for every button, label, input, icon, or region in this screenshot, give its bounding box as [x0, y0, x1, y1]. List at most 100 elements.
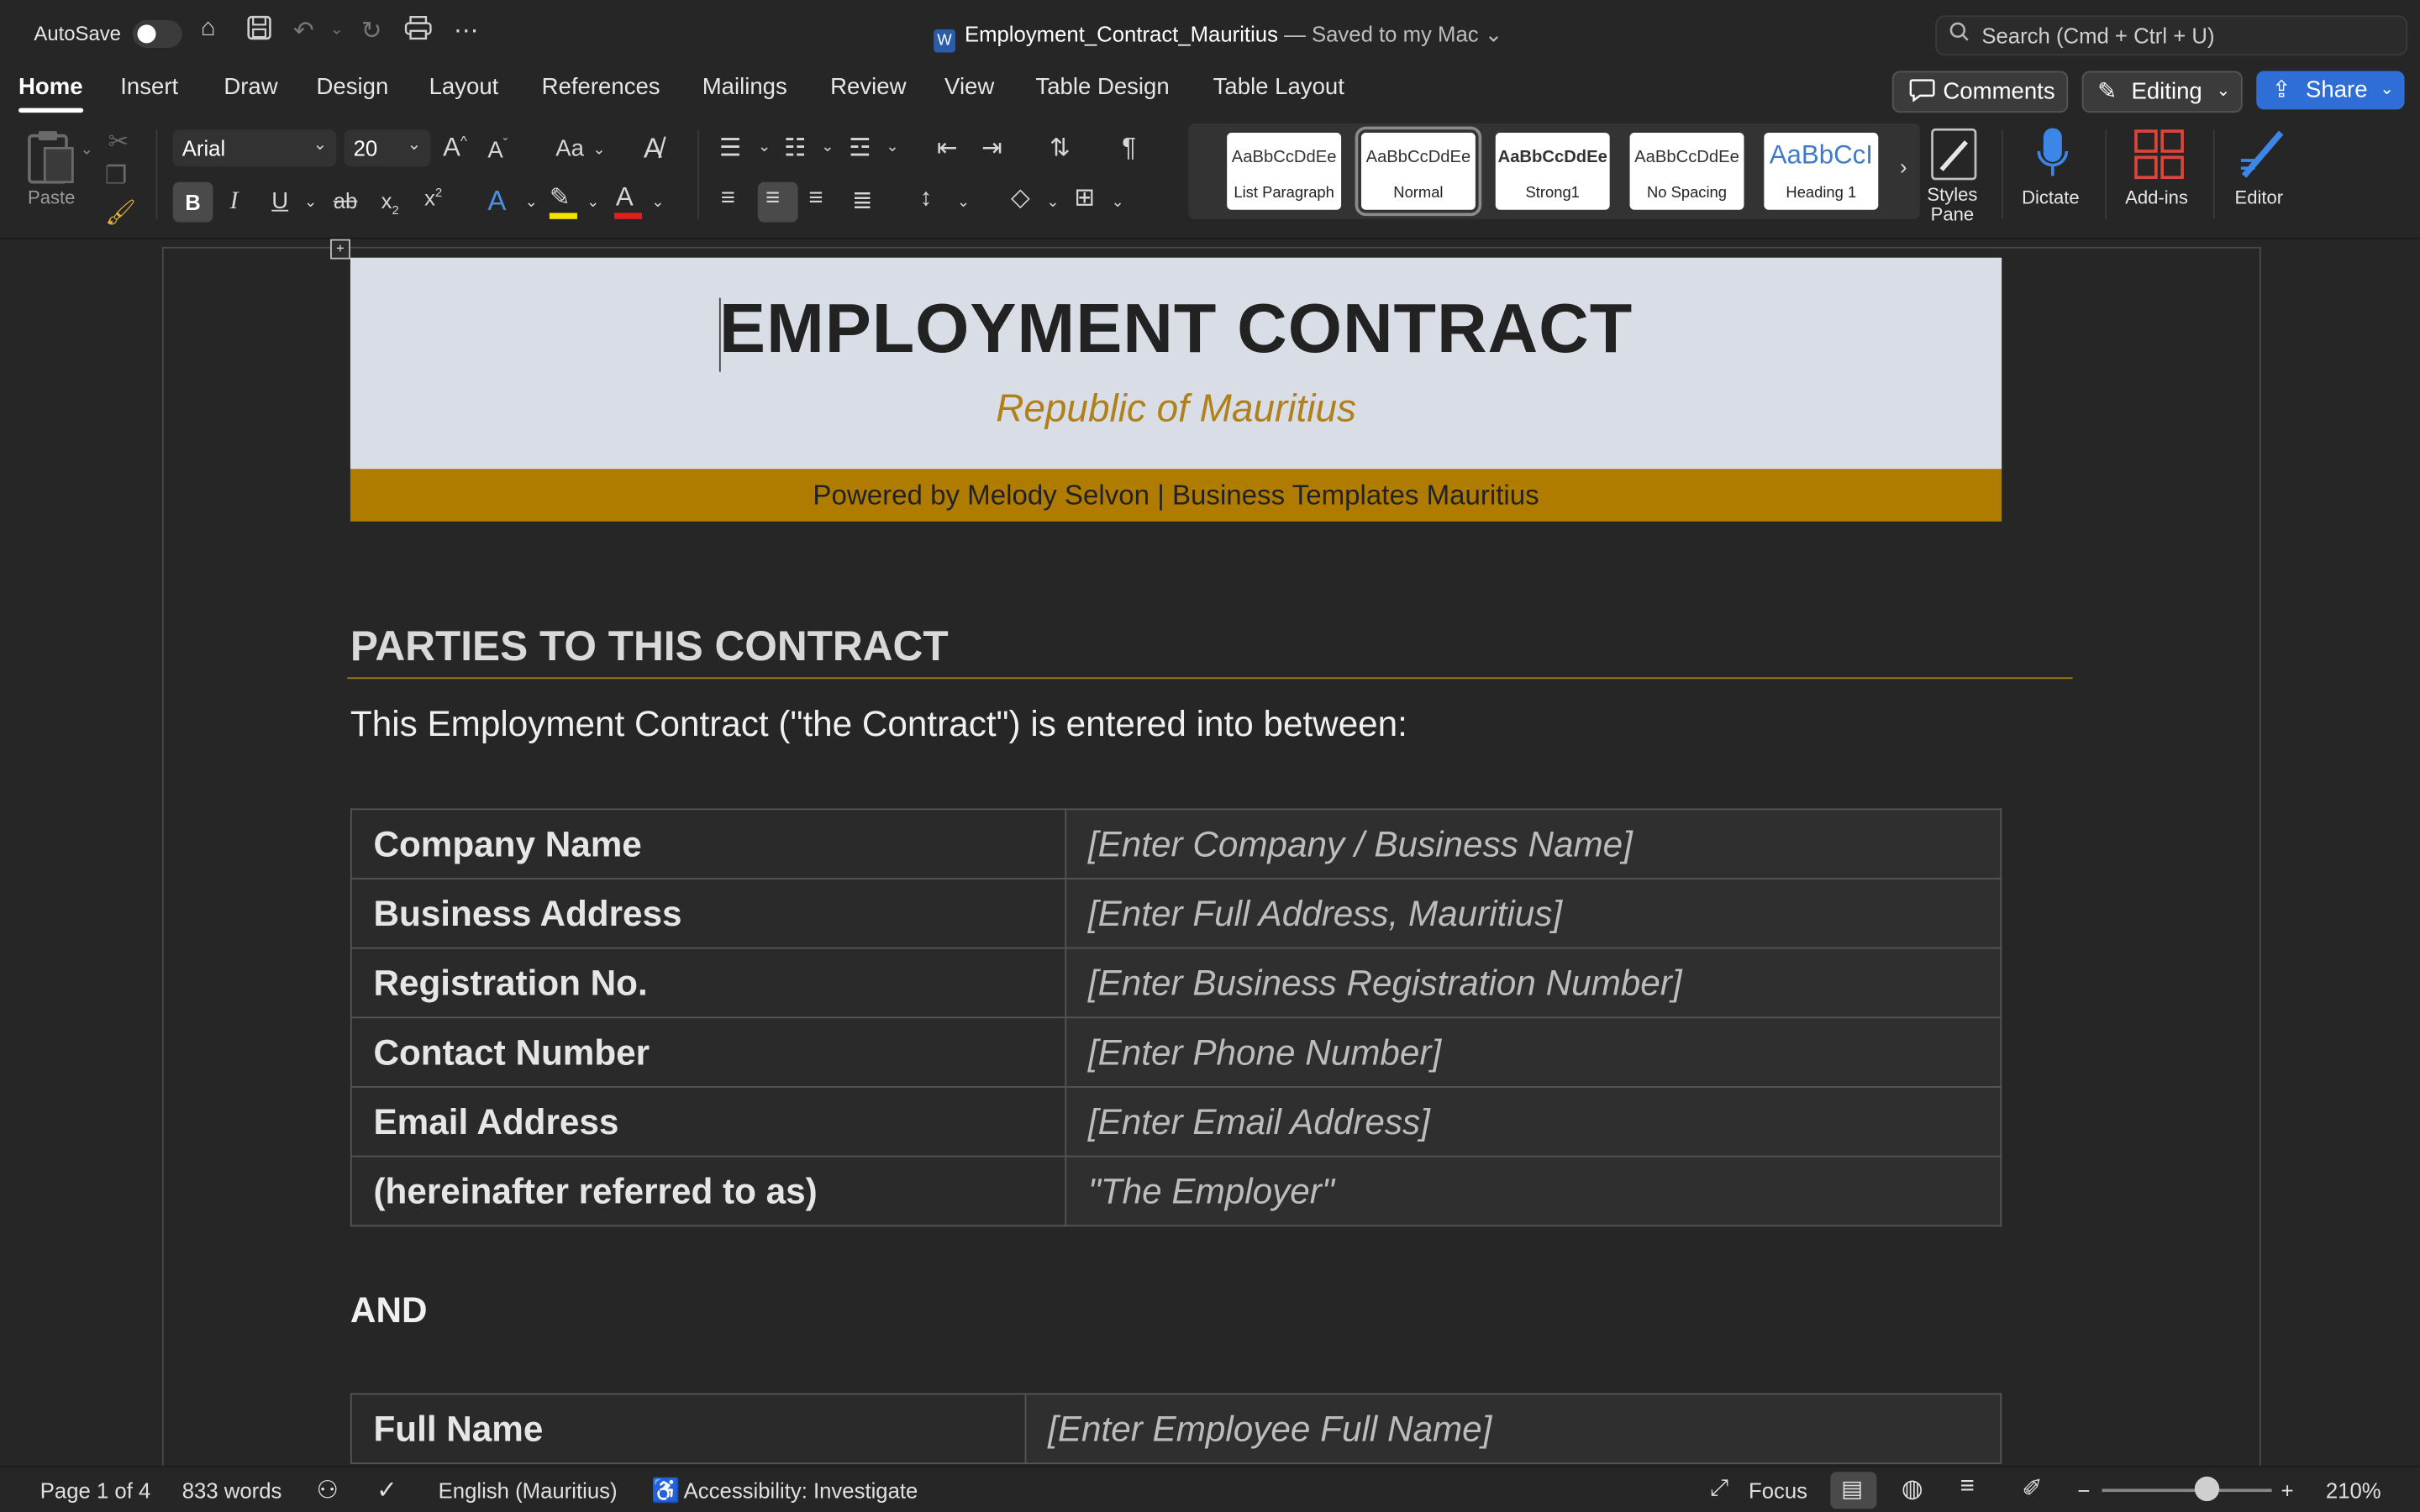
- focus-label[interactable]: Focus: [1749, 1478, 1807, 1503]
- chevron-down-icon[interactable]: ⌄: [592, 142, 605, 159]
- outline-view-icon[interactable]: ≡: [1960, 1473, 1975, 1501]
- save-icon[interactable]: [247, 15, 271, 48]
- bullets-icon[interactable]: ☰: [719, 133, 741, 164]
- chevron-down-icon[interactable]: ⌄: [651, 194, 664, 211]
- clear-formatting-icon[interactable]: A̸: [644, 133, 662, 165]
- bold-button[interactable]: B: [172, 181, 213, 223]
- tab-view[interactable]: View: [944, 74, 994, 100]
- table-label-cell[interactable]: Business Address: [350, 878, 1067, 949]
- more-icon[interactable]: ⋯: [454, 15, 478, 46]
- focus-icon[interactable]: ⤢: [1710, 1475, 1728, 1501]
- comments-button[interactable]: Comments: [1891, 71, 2069, 113]
- home-icon[interactable]: ⌂: [201, 15, 216, 43]
- tab-review[interactable]: Review: [830, 74, 906, 100]
- table-value-cell[interactable]: [Enter Company / Business Name]: [1065, 808, 2002, 879]
- borders-icon[interactable]: ⊞: [1074, 182, 1095, 213]
- increase-indent-icon[interactable]: ⇥: [981, 133, 1002, 164]
- chevron-down-icon[interactable]: ⌄: [304, 194, 317, 211]
- justify-icon[interactable]: ≣: [852, 185, 873, 216]
- table-label-cell[interactable]: Registration No.: [350, 947, 1067, 1019]
- tab-mailings[interactable]: Mailings: [702, 74, 787, 100]
- table-value-cell[interactable]: [Enter Email Address]: [1065, 1086, 2002, 1158]
- text-effects-icon[interactable]: A: [487, 185, 506, 218]
- styles-pane-label[interactable]: Styles Pane: [1911, 184, 1994, 225]
- zoom-out-icon[interactable]: −: [2077, 1478, 2090, 1503]
- style-strong1[interactable]: AaBbCcDdEe Strong1: [1495, 132, 1610, 210]
- gallery-next-icon[interactable]: ›: [1900, 155, 1907, 179]
- chevron-down-icon[interactable]: ⌄: [957, 194, 970, 211]
- table-move-handle-icon[interactable]: +: [330, 239, 350, 260]
- align-right-icon[interactable]: ≡: [808, 185, 823, 213]
- font-color-icon[interactable]: A: [616, 182, 634, 213]
- search-box[interactable]: Search (Cmd + Ctrl + U): [1935, 15, 2408, 56]
- print-icon[interactable]: [404, 15, 432, 48]
- tab-table-layout[interactable]: Table Layout: [1213, 74, 1344, 100]
- editor-icon[interactable]: [2238, 127, 2290, 190]
- redo-icon[interactable]: ↻: [361, 15, 382, 46]
- zoom-level[interactable]: 210%: [2326, 1478, 2381, 1503]
- undo-icon[interactable]: ↶: [293, 15, 314, 46]
- chevron-down-icon[interactable]: ⌄: [821, 139, 834, 155]
- web-layout-icon[interactable]: ◍: [1902, 1473, 1923, 1504]
- superscript-button[interactable]: x2: [424, 185, 442, 209]
- font-name-select[interactable]: Arial ⌄: [172, 129, 337, 167]
- zoom-slider-thumb[interactable]: [2194, 1476, 2220, 1502]
- tab-draw[interactable]: Draw: [224, 74, 277, 100]
- multilevel-list-icon[interactable]: ☲: [849, 133, 871, 164]
- underline-button[interactable]: U: [271, 188, 288, 214]
- numbering-icon[interactable]: ☷: [784, 133, 806, 164]
- style-normal[interactable]: AaBbCcDdEe Normal: [1355, 126, 1482, 217]
- align-center-icon[interactable]: ≡: [765, 185, 780, 213]
- zoom-in-icon[interactable]: +: [2281, 1478, 2294, 1503]
- table-value-cell[interactable]: [Enter Business Registration Number]: [1065, 947, 2002, 1019]
- copy-icon[interactable]: ❐: [105, 160, 127, 192]
- zoom-slider-track[interactable]: [2102, 1488, 2272, 1493]
- highlight-icon[interactable]: ✎: [550, 182, 571, 213]
- microphone-icon[interactable]: [2036, 127, 2070, 187]
- add-ins-icon[interactable]: [2133, 128, 2185, 188]
- table-label-cell[interactable]: Contact Number: [350, 1016, 1067, 1088]
- table-value-cell[interactable]: [Enter Employee Full Name]: [1024, 1393, 2002, 1465]
- shrink-font-icon[interactable]: Aˇ: [487, 136, 508, 164]
- table-label-cell[interactable]: Company Name: [350, 808, 1067, 879]
- style-list-paragraph[interactable]: AaBbCcDdEe List Paragraph: [1227, 132, 1342, 210]
- add-ins-label[interactable]: Add-ins: [2125, 186, 2188, 208]
- sort-icon[interactable]: ⇅: [1050, 133, 1071, 164]
- italic-button[interactable]: I: [230, 188, 239, 216]
- table-label-cell[interactable]: Email Address: [350, 1086, 1067, 1158]
- table-label-cell[interactable]: (hereinafter referred to as): [350, 1155, 1067, 1227]
- paste-dropdown-icon[interactable]: ⌄: [81, 142, 93, 159]
- table-value-cell[interactable]: "The Employer": [1065, 1155, 2002, 1227]
- tab-table-design[interactable]: Table Design: [1035, 74, 1169, 100]
- chevron-down-icon[interactable]: ⌄: [1111, 194, 1123, 211]
- proofing-icon[interactable]: ✓: [376, 1475, 397, 1506]
- table-value-cell[interactable]: [Enter Phone Number]: [1065, 1016, 2002, 1088]
- tab-layout[interactable]: Layout: [429, 74, 499, 100]
- autosave-toggle[interactable]: [132, 19, 182, 48]
- print-layout-icon[interactable]: ▤: [1841, 1475, 1863, 1503]
- undo-dropdown-icon[interactable]: ⌄: [330, 22, 343, 39]
- language-status[interactable]: English (Mauritius): [439, 1478, 618, 1503]
- format-painter-icon[interactable]: 🖌: [105, 197, 136, 228]
- table-label-cell[interactable]: Full Name: [350, 1393, 1027, 1465]
- editor-label[interactable]: Editor: [2235, 186, 2284, 208]
- decrease-indent-icon[interactable]: ⇤: [937, 133, 958, 164]
- line-spacing-icon[interactable]: ↕: [920, 185, 933, 213]
- draft-view-icon[interactable]: ✐: [2022, 1473, 2043, 1504]
- subscript-button[interactable]: x2: [381, 188, 399, 218]
- cut-icon[interactable]: ✂: [108, 127, 129, 158]
- chevron-down-icon[interactable]: ⌄: [758, 139, 771, 155]
- dictate-label[interactable]: Dictate: [2022, 186, 2080, 208]
- document-title[interactable]: W Employment_Contract_Mauritius — Saved t…: [934, 22, 1502, 53]
- show-formatting-marks-icon[interactable]: ¶: [1122, 133, 1136, 164]
- change-case-icon[interactable]: Aa: [555, 136, 584, 162]
- page-count[interactable]: Page 1 of 4: [40, 1478, 151, 1503]
- table-value-cell[interactable]: [Enter Full Address, Mauritius]: [1065, 878, 2002, 949]
- track-changes-icon[interactable]: ⚇: [317, 1475, 339, 1506]
- font-size-select[interactable]: 20 ⌄: [344, 129, 431, 167]
- chevron-down-icon[interactable]: ⌄: [886, 139, 898, 155]
- shading-icon[interactable]: ◇: [1011, 182, 1030, 213]
- tab-home[interactable]: Home: [18, 74, 83, 100]
- style-heading-1[interactable]: AaBbCcI Heading 1: [1764, 132, 1879, 210]
- chevron-down-icon[interactable]: ⌄: [524, 194, 537, 211]
